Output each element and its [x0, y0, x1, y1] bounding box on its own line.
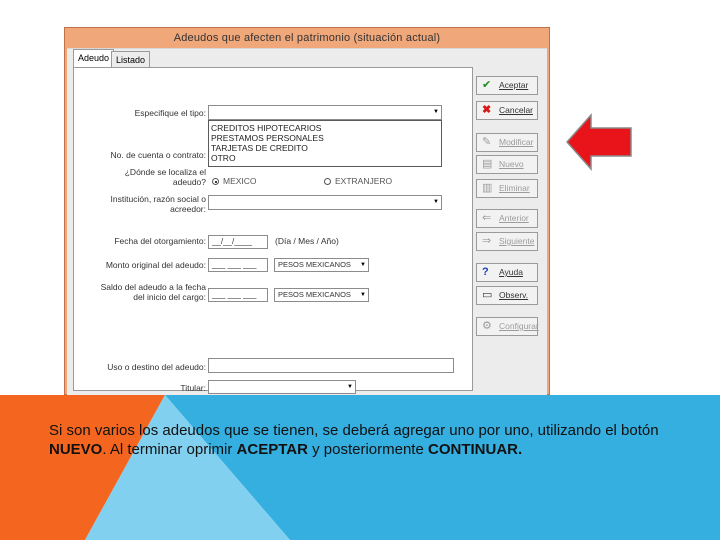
tab-listado[interactable]: Listado: [111, 51, 151, 67]
adeudos-window: Adeudos que afecten el patrimonio (situa…: [64, 27, 550, 395]
configurar-button[interactable]: ⚙ Configurar: [476, 317, 539, 336]
titular-label: Titular:: [180, 383, 206, 393]
tipo-select[interactable]: ▼: [208, 105, 442, 120]
x-icon: ✖: [482, 104, 492, 116]
modificar-button[interactable]: ✎ Modificar: [476, 133, 538, 152]
continuar-emphasis: CONTINUAR.: [428, 441, 523, 458]
saldo-moneda-select[interactable]: PESOS MEXICANOS ▼: [274, 288, 369, 302]
ayuda-button[interactable]: ? Ayuda: [476, 263, 538, 282]
chevron-down-icon[interactable]: ▼: [431, 196, 441, 209]
saldo-moneda-value: PESOS MEXICANOS: [278, 290, 351, 299]
config-icon: ⚙: [482, 320, 492, 332]
localiza-label-2: adeudo?: [172, 177, 206, 187]
radio-extranjero-label: EXTRANJERO: [335, 176, 393, 186]
list-item[interactable]: TARJETAS DE CREDITO: [211, 143, 439, 153]
fecha-label: Fecha del otorgamiento:: [114, 236, 206, 246]
instruction-caption: Si son varios los adeudos que se tienen,…: [49, 422, 659, 458]
notes-icon: ▭: [482, 289, 493, 301]
chevron-down-icon[interactable]: ▼: [345, 381, 355, 393]
saldo-input[interactable]: ___ ___ ___: [208, 288, 268, 302]
nuevo-emphasis: NUEVO: [49, 441, 103, 458]
list-item[interactable]: PRESTAMOS PERSONALES: [211, 133, 439, 143]
trash-icon: ▥: [482, 182, 493, 194]
list-item[interactable]: CREDITOS HIPOTECARIOS: [211, 123, 439, 133]
fecha-value: __/__/____: [212, 237, 253, 246]
tipo-dropdown-list[interactable]: CREDITOS HIPOTECARIOS PRESTAMOS PERSONAL…: [208, 120, 442, 167]
monto-label: Monto original del adeudo:: [105, 260, 206, 270]
help-icon: ?: [482, 266, 489, 278]
form-panel: Especifique el tipo: ▼ CREDITOS HIPOTECA…: [73, 67, 473, 394]
red-arrow-icon: [565, 113, 632, 171]
tab-adeudo[interactable]: Adeudo: [73, 49, 115, 68]
tipo-label: Especifique el tipo:: [134, 108, 206, 118]
uso-input[interactable]: [208, 358, 454, 373]
observ-button[interactable]: ▭ Observ.: [476, 286, 538, 305]
aceptar-button[interactable]: ✔ Aceptar: [476, 76, 538, 95]
check-icon: ✔: [482, 79, 492, 91]
nuevo-button[interactable]: ▤ Nuevo: [476, 155, 538, 174]
anterior-button[interactable]: ⇐ Anterior: [476, 209, 538, 228]
left-arrow-icon: ⇐: [482, 212, 492, 224]
uso-label: Uso o destino del adeudo:: [107, 362, 206, 372]
fecha-input[interactable]: __/__/____: [208, 235, 268, 249]
list-item[interactable]: OTRO: [211, 153, 439, 163]
cancelar-button[interactable]: ✖ Cancelar: [476, 101, 538, 120]
cuenta-label: No. de cuenta o contrato:: [110, 150, 206, 160]
siguiente-button[interactable]: ⇒ Siguiente: [476, 232, 538, 251]
window-title: Adeudos que afecten el patrimonio (situa…: [173, 32, 441, 44]
fecha-hint: (Día / Mes / Año): [275, 236, 339, 246]
monto-value: ___ ___ ___: [212, 260, 257, 269]
chevron-down-icon[interactable]: ▼: [358, 289, 368, 301]
radio-mexico[interactable]: [212, 178, 219, 185]
edit-icon: ✎: [482, 136, 492, 148]
chevron-down-icon[interactable]: ▼: [431, 106, 441, 119]
monto-input[interactable]: ___ ___ ___: [208, 258, 268, 272]
saldo-value: ___ ___ ___: [212, 290, 257, 299]
saldo-label-1: Saldo del adeudo a la fecha: [100, 282, 206, 292]
window-client-area: Adeudo Listado Especifique el tipo: ▼ CR…: [67, 48, 547, 395]
monto-moneda-value: PESOS MEXICANOS: [278, 260, 351, 269]
new-icon: ▤: [482, 158, 493, 170]
monto-moneda-select[interactable]: PESOS MEXICANOS ▼: [274, 258, 369, 272]
eliminar-button[interactable]: ▥ Eliminar: [476, 179, 538, 198]
right-arrow-icon: ⇒: [482, 235, 492, 247]
aceptar-emphasis: ACEPTAR: [236, 441, 308, 458]
chevron-down-icon[interactable]: ▼: [358, 259, 368, 271]
institucion-select[interactable]: ▼: [208, 195, 442, 210]
institucion-label-2: acreedor:: [170, 204, 206, 214]
radio-mexico-label: MEXICO: [223, 176, 257, 186]
titular-select[interactable]: ▼: [208, 380, 356, 394]
localiza-label-1: ¿Dónde se localiza el: [124, 167, 206, 177]
institucion-label-1: Institución, razón social o: [110, 194, 206, 204]
radio-extranjero[interactable]: [324, 178, 331, 185]
saldo-label-2: del inicio del cargo:: [133, 292, 206, 302]
